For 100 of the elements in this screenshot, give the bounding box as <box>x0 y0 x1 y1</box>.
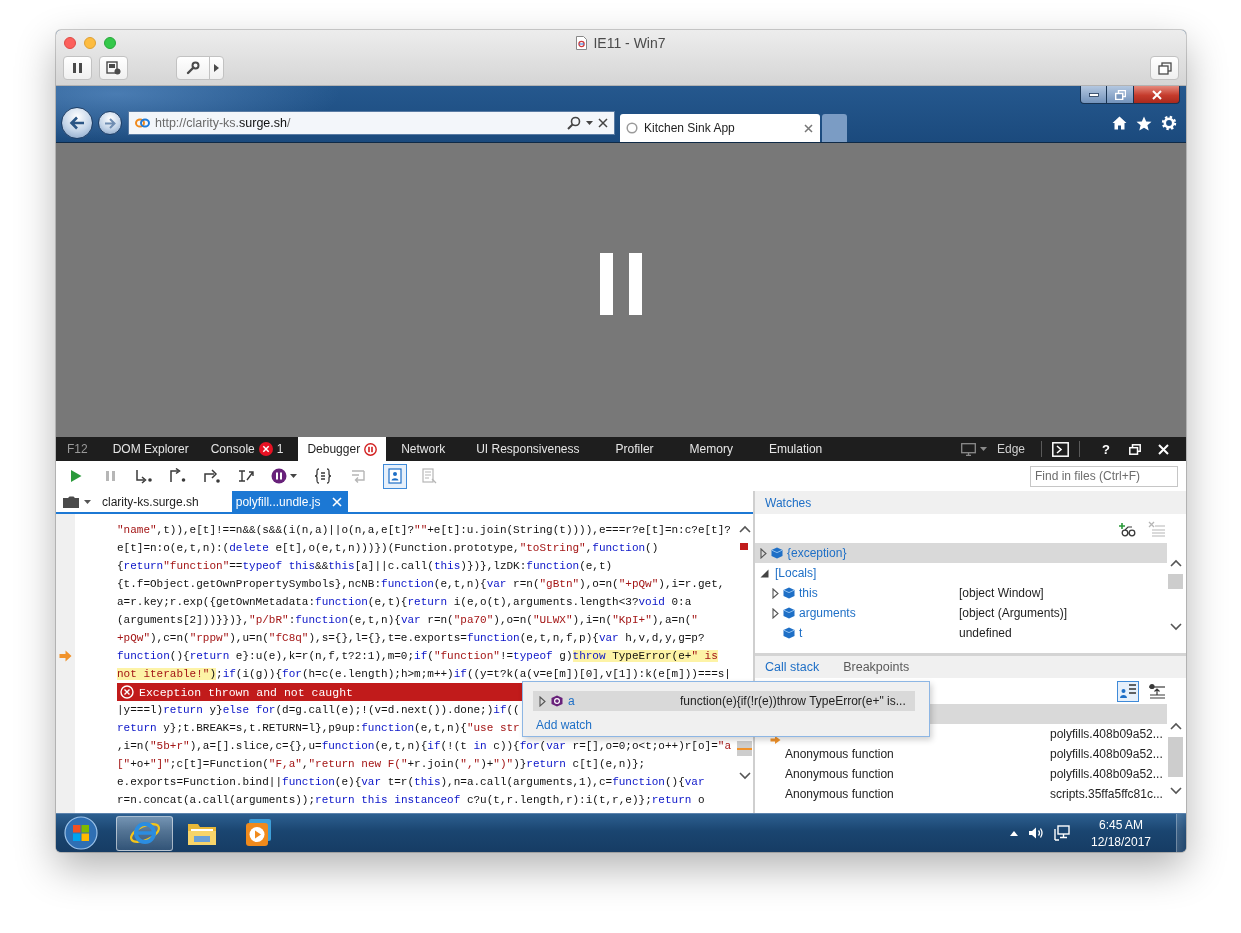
expand-triangle-icon[interactable] <box>772 607 779 619</box>
devtools-tab[interactable]: Profiler <box>597 437 672 461</box>
scrollbar-thumb[interactable] <box>1168 574 1183 589</box>
devtools-tab[interactable]: Debugger <box>298 437 387 461</box>
forward-button[interactable] <box>98 111 122 135</box>
caret-icon[interactable] <box>586 121 593 125</box>
settings-icon[interactable] <box>1161 115 1177 131</box>
close-icon[interactable] <box>598 118 608 128</box>
folder-icon <box>62 494 80 509</box>
speaker-icon[interactable] <box>1028 826 1044 840</box>
file-tab[interactable]: clarity-ks.surge.sh <box>92 491 209 512</box>
pause-circle-icon[interactable] <box>271 468 287 484</box>
cube-icon <box>783 587 795 599</box>
chevron-up-icon[interactable] <box>1169 722 1182 730</box>
play-icon[interactable] <box>70 469 82 483</box>
datatip-row[interactable]: a function(e){if(!r(e))throw TypeError(e+" is... <box>533 691 915 711</box>
restore-icon <box>1129 443 1141 455</box>
window-title: IE11 - Win7 <box>593 35 666 51</box>
devtools-tab[interactable]: UI Responsiveness <box>456 437 598 461</box>
caret-icon[interactable] <box>84 499 91 504</box>
devtools-tab[interactable]: Console 1 <box>199 437 295 461</box>
watch-value: undefined <box>959 626 1012 640</box>
just-my-code-button[interactable] <box>383 463 407 489</box>
watch-value: [object (Arguments)] <box>959 606 1068 620</box>
error-icon <box>120 685 134 699</box>
chevron-down-icon[interactable] <box>738 772 751 780</box>
restore-button[interactable] <box>1107 86 1134 104</box>
address-field[interactable]: http://clarity-ks.surge.sh/ <box>128 111 615 135</box>
pause-button[interactable] <box>63 56 92 80</box>
chevron-down-icon[interactable] <box>1169 623 1182 631</box>
start-button[interactable] <box>64 816 98 850</box>
close-button[interactable] <box>1134 86 1180 104</box>
expand-triangle-icon[interactable] <box>772 587 779 599</box>
code-line: return y};t.BREAK=s,t.RETURN=l},p9up:function(e,t,n){"use str <box>117 721 520 736</box>
code-line: |y===l)return y}else for(d=g.call(e);!(v=d.next()).done;)if(( <box>117 703 520 718</box>
target-select[interactable]: Edge <box>961 442 1034 456</box>
console-button[interactable] <box>1050 441 1072 457</box>
panel-tab[interactable]: Breakpoints <box>843 660 910 674</box>
show-desktop-button[interactable] <box>1176 814 1186 852</box>
watch-row[interactable]: {exception} <box>755 543 1167 563</box>
step-into-icon[interactable] <box>135 468 153 484</box>
bracket-arrow-icon[interactable] <box>237 468 255 484</box>
watch-name: [Locals] <box>775 566 817 580</box>
expand-triangle-icon[interactable] <box>760 547 767 559</box>
taskbar-button[interactable] <box>116 815 173 851</box>
browser-tab[interactable]: Kitchen Sink App <box>620 114 820 142</box>
watches-header: Watches <box>755 491 1186 514</box>
help-button[interactable]: ? <box>1092 441 1120 457</box>
devtools-tab[interactable]: DOM Explorer <box>101 437 200 461</box>
scrollbar-thumb[interactable] <box>737 741 752 756</box>
windows-button[interactable] <box>1150 56 1179 80</box>
chevron-up-icon[interactable] <box>738 525 751 533</box>
star-icon[interactable] <box>1136 115 1152 131</box>
caret-icon[interactable] <box>290 474 297 478</box>
tools-menu-button[interactable] <box>209 56 224 80</box>
watch-name: arguments <box>799 606 856 620</box>
snapshot-button[interactable] <box>99 56 128 80</box>
caret-icon <box>214 64 219 72</box>
network-icon[interactable] <box>1054 825 1070 841</box>
document-person-icon[interactable] <box>387 468 403 484</box>
devtools-tab[interactable]: Network <box>390 437 457 461</box>
code-line: e.exports=Function.bind||function(e){var t=r(this),n=a.call(arguments,1),c=function(){var <box>117 775 705 790</box>
code-line: a=r.key;r.exp({getOwnMetadata:function(e,t){return i(e,o(t),arguments.length<3?void 0:a <box>117 595 692 610</box>
caret-icon[interactable] <box>980 447 987 451</box>
search-icon[interactable] <box>567 116 581 130</box>
media-player-icon[interactable] <box>243 818 274 848</box>
minimize-icon <box>1088 91 1099 98</box>
triangle-up-icon[interactable] <box>1010 830 1018 836</box>
frame-name: Anonymous function <box>785 787 894 801</box>
chevron-up-icon[interactable] <box>1169 559 1182 567</box>
watch-name: this <box>799 586 818 600</box>
panel-tab[interactable]: Call stack <box>765 660 820 674</box>
cube-icon <box>783 627 795 639</box>
devtools-tab[interactable]: Emulation <box>750 437 841 461</box>
document-icon <box>576 36 588 50</box>
frame-location: scripts.35ffa5ffc81c... <box>1050 787 1163 801</box>
expand-triangle-icon[interactable] <box>539 695 546 707</box>
frame-location: polyfills.408b09a52... <box>1050 747 1163 761</box>
step-out-icon[interactable] <box>203 468 221 484</box>
search-field[interactable]: Find in files (Ctrl+F) <box>1030 465 1178 487</box>
home-icon[interactable] <box>1112 116 1127 130</box>
code-line: (arguments[2]))}})},"p/bR":function(e,t,n){var r=n("pa70"),o=n("ULWX"),i=n("KpI+"),a=n(" <box>117 613 698 628</box>
braces-icon[interactable] <box>314 468 332 484</box>
add-watch-link[interactable]: Add watch <box>536 718 593 732</box>
marker-icon <box>740 543 748 550</box>
tools-button[interactable] <box>176 56 210 80</box>
ring-icon <box>626 122 638 134</box>
frame-location: polyfills.408b09a52... <box>1050 727 1163 741</box>
collapse-triangle-icon[interactable] <box>760 568 769 578</box>
code-line: function(){return e}:u(e),k=r(n,f,t?2:1),m=0;if("function"!=typeof g)throw TypeError(e+" is <box>117 649 718 664</box>
file-tab[interactable]: polyfill...undle.js <box>231 491 349 512</box>
step-over-icon[interactable] <box>169 468 187 484</box>
scrollbar-thumb[interactable] <box>1168 737 1183 777</box>
screen-clock-icon <box>106 61 121 75</box>
devtools-tab[interactable]: Memory <box>671 437 751 461</box>
chevron-down-icon[interactable] <box>1169 787 1182 795</box>
frame-name: Anonymous function <box>785 767 894 781</box>
minimize-button[interactable] <box>1080 86 1107 104</box>
back-button[interactable] <box>61 107 93 139</box>
code-line: +pQw"),c=n("rppw"),u=n("fC8q"),s={},l={},t=e.exports=function(e,t,n,f,p){var h,v,d,y,g=p? <box>117 631 705 646</box>
